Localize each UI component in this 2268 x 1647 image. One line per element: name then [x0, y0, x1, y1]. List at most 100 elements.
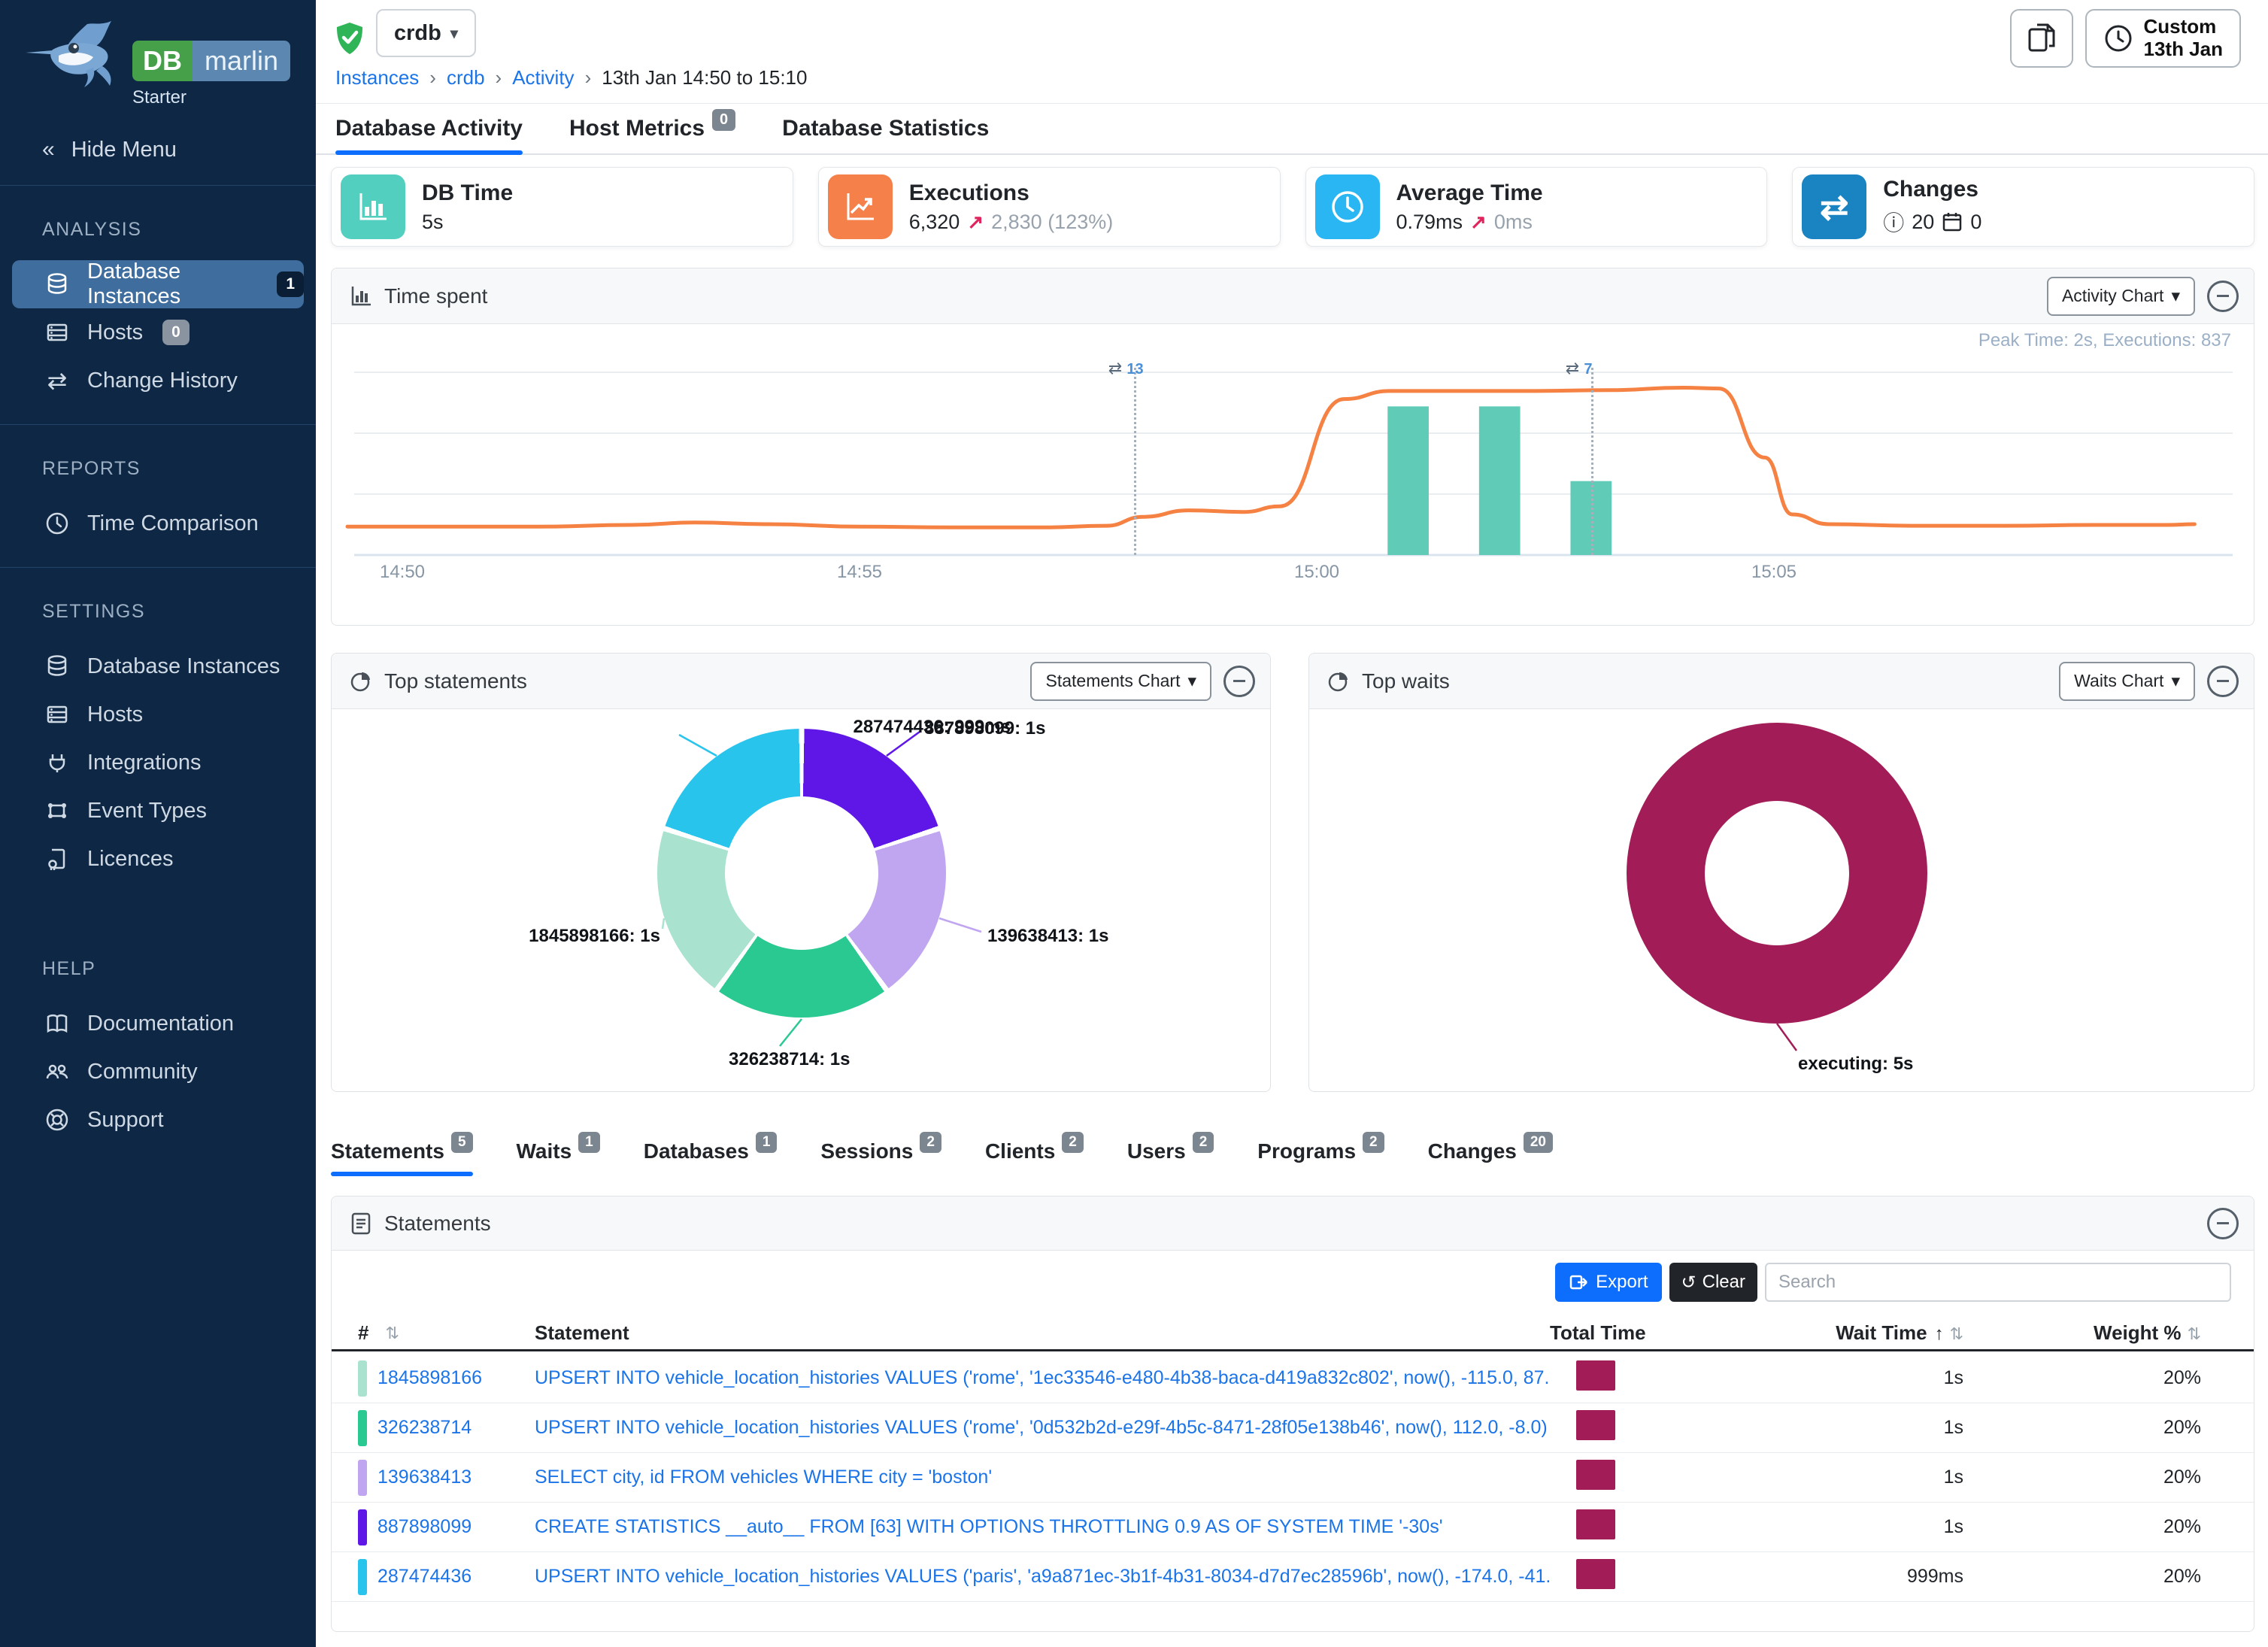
- docs-icon: [42, 1009, 72, 1039]
- pie-chart-icon: [350, 670, 372, 693]
- search-input[interactable]: [1765, 1263, 2231, 1302]
- sidebar-section-title: ANALYSIS: [0, 186, 316, 260]
- donut-hole: [725, 796, 878, 950]
- card-value: ⓘ200: [1883, 207, 1981, 237]
- bars-icon: [341, 174, 405, 239]
- copy-link-button[interactable]: [2010, 9, 2073, 68]
- statement-link[interactable]: UPSERT INTO vehicle_location_histories V…: [535, 1417, 1548, 1438]
- clear-button[interactable]: ↺ Clear: [1669, 1263, 1757, 1302]
- tab-database-activity[interactable]: Database Activity: [335, 104, 523, 153]
- statements-chart-dropdown[interactable]: Statements Chart ▾: [1030, 662, 1211, 701]
- sort-asc-icon: ↑: [1935, 1324, 1944, 1344]
- statement-id-link[interactable]: 287474436: [377, 1566, 471, 1588]
- breadcrumb-link[interactable]: Activity: [512, 66, 574, 89]
- card-title: Average Time: [1396, 180, 1543, 206]
- statement-id-link[interactable]: 1845898166: [377, 1367, 482, 1389]
- peak-annotation: Peak Time: 2s, Executions: 837: [1978, 330, 2231, 351]
- statement-link[interactable]: UPSERT INTO vehicle_location_histories V…: [535, 1566, 1550, 1587]
- tab-statements[interactable]: Statements5: [331, 1127, 473, 1176]
- donut-hole: [1705, 801, 1849, 945]
- card-title: Changes: [1883, 177, 1981, 202]
- collapse-panel-button[interactable]: [2207, 281, 2239, 312]
- sidebar-item-database-instances[interactable]: Database Instances: [0, 642, 316, 690]
- collapse-panel-button[interactable]: [2207, 1208, 2239, 1239]
- sidebar-item-community[interactable]: Community: [0, 1048, 316, 1096]
- change-marker-line[interactable]: [1134, 368, 1136, 555]
- sidebar-section-title: HELP: [0, 925, 316, 999]
- tab-users[interactable]: Users2: [1127, 1127, 1214, 1176]
- sidebar-item-time-comparison[interactable]: Time Comparison: [0, 499, 316, 547]
- tab-host-metrics[interactable]: Host Metrics0: [569, 104, 735, 153]
- tab-programs[interactable]: Programs2: [1257, 1127, 1384, 1176]
- sidebar-item-event-types[interactable]: Event Types: [0, 787, 316, 835]
- donut-slice-label: 326238714: 1s: [729, 1049, 850, 1070]
- tab-changes[interactable]: Changes20: [1428, 1127, 1553, 1176]
- sidebar-item-label: Event Types: [87, 799, 207, 824]
- tab-label: Programs: [1257, 1139, 1356, 1163]
- sidebar-item-label: Community: [87, 1060, 198, 1084]
- sidebar-item-support[interactable]: Support: [0, 1096, 316, 1144]
- clock-icon: [2103, 23, 2133, 53]
- col-rank[interactable]: #⇅: [358, 1321, 535, 1345]
- col-statement[interactable]: Statement: [535, 1321, 1550, 1345]
- tab-waits[interactable]: Waits1: [517, 1127, 600, 1176]
- collapse-panel-button[interactable]: [2207, 666, 2239, 697]
- card-value: 6,320↗2,830 (123%): [909, 211, 1113, 234]
- change-marker-label: ⇄ 7: [1566, 359, 1593, 378]
- sidebar-item-hosts[interactable]: Hosts0: [0, 308, 316, 356]
- tab-database-statistics[interactable]: Database Statistics: [782, 104, 989, 153]
- sidebar-item-change-history[interactable]: ⇄Change History: [0, 356, 316, 405]
- statement-link[interactable]: SELECT city, id FROM vehicles WHERE city…: [535, 1467, 992, 1488]
- sidebar-item-integrations[interactable]: Integrations: [0, 739, 316, 787]
- collapse-panel-button[interactable]: [1223, 666, 1255, 697]
- tab-databases[interactable]: Databases1: [644, 1127, 778, 1176]
- sidebar-item-licences[interactable]: Licences: [0, 835, 316, 883]
- activity-chart-dropdown[interactable]: Activity Chart ▾: [2047, 277, 2195, 316]
- tab-sessions[interactable]: Sessions2: [820, 1127, 941, 1176]
- change-marker-line[interactable]: [1591, 368, 1593, 555]
- statement-link[interactable]: CREATE STATISTICS __auto__ FROM [63] WIT…: [535, 1516, 1442, 1537]
- statement-id-link[interactable]: 139638413: [377, 1467, 471, 1488]
- col-wait-time[interactable]: Wait Time↑⇅: [1715, 1321, 1963, 1345]
- statement-link[interactable]: UPSERT INTO vehicle_location_histories V…: [535, 1367, 1550, 1388]
- export-button[interactable]: Export: [1555, 1263, 1661, 1302]
- waits-chart-label: Waits Chart: [2074, 671, 2163, 691]
- hide-menu-button[interactable]: « Hide Menu: [0, 116, 316, 185]
- donut-slice-label: 287474436: 999ms: [853, 717, 1011, 738]
- statement-id-link[interactable]: 887898099: [377, 1516, 471, 1538]
- chevrons-left-icon: «: [42, 137, 55, 162]
- wait-time-value: 999ms: [1715, 1566, 1963, 1588]
- time-range-button[interactable]: Custom 13th Jan: [2085, 9, 2242, 68]
- waits-chart-dropdown[interactable]: Waits Chart ▾: [2059, 662, 2195, 701]
- logo-db: DB: [132, 41, 193, 81]
- metric-card-changes: ⇄Changesⓘ200: [1792, 167, 2254, 247]
- statement-id-link[interactable]: 326238714: [377, 1417, 471, 1439]
- instance-dropdown[interactable]: crdb ▾: [376, 9, 476, 57]
- top-waits-chart: executing: 5s: [1309, 709, 2254, 1091]
- count-badge: 1: [277, 271, 304, 297]
- sort-icon: ⇅: [385, 1324, 399, 1343]
- donut-slice-label: 139638413: 1s: [987, 926, 1108, 947]
- main-area: crdb ▾ Instances›crdb›Activity›13th Jan …: [316, 0, 2268, 1647]
- calendar-icon: [1942, 211, 1963, 232]
- tab-clients[interactable]: Clients2: [985, 1127, 1084, 1176]
- panel-title: Top statements: [384, 669, 527, 693]
- sidebar-item-label: Time Comparison: [87, 511, 259, 536]
- panel-title: Top waits: [1362, 669, 1450, 693]
- clock-icon: [42, 508, 72, 538]
- breadcrumb-link[interactable]: Instances: [335, 66, 419, 89]
- donut-slice-label: 1845898166: 1s: [529, 926, 660, 947]
- sidebar-item-documentation[interactable]: Documentation: [0, 999, 316, 1048]
- top-waits-panel: Top waits Waits Chart ▾ executing: 5s: [1308, 653, 2254, 1092]
- table-header: #⇅ Statement Total Time Wait Time↑⇅ Weig…: [332, 1317, 2254, 1351]
- sidebar-item-database-instances[interactable]: Database Instances1: [12, 260, 304, 308]
- sidebar-item-hosts[interactable]: Hosts: [0, 690, 316, 739]
- col-weight[interactable]: Weight %⇅: [1963, 1321, 2227, 1345]
- statements-table-panel: Statements Export ↺ Clear #⇅ Statement T…: [331, 1196, 2254, 1632]
- trend-icon: [828, 174, 893, 239]
- x-axis-tick: 14:50: [357, 562, 447, 583]
- metric-card-db-time: DB Time5s: [331, 167, 793, 247]
- breadcrumb-link[interactable]: crdb: [447, 66, 485, 89]
- table-row: 139638413 SELECT city, id FROM vehicles W…: [332, 1453, 2254, 1503]
- col-total-time[interactable]: Total Time: [1550, 1321, 1715, 1345]
